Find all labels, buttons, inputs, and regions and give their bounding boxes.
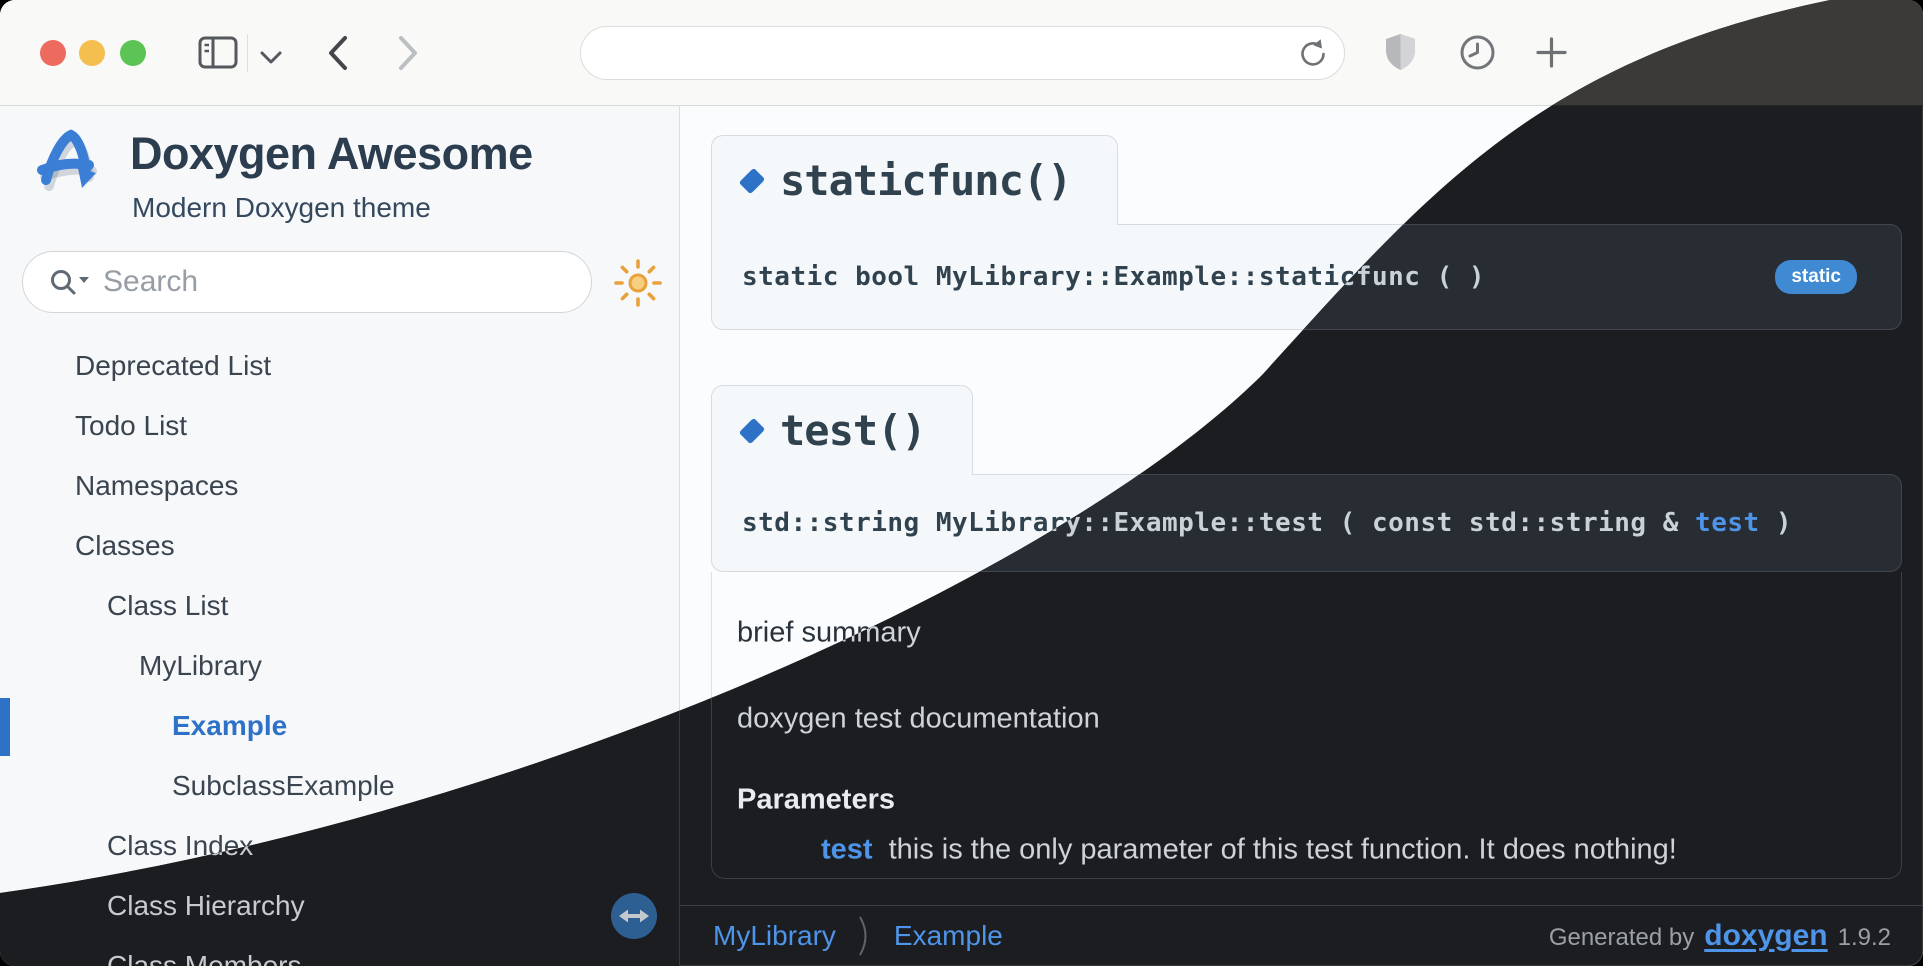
parameter-row: test this is the only parameter of this … — [737, 834, 1677, 867]
generated-by: Generated by doxygen 1.9.2 — [1549, 919, 1891, 953]
back-icon[interactable] — [327, 35, 348, 71]
traffic-light-zoom[interactable] — [120, 40, 146, 66]
doxygen-link[interactable]: doxygen — [1704, 919, 1827, 953]
parameter-description: this is the only parameter of this test … — [889, 834, 1677, 867]
search-box[interactable] — [22, 251, 592, 313]
sidebar-item-deprecated-list[interactable]: Deprecated List — [0, 336, 679, 396]
search-input[interactable] — [103, 252, 571, 312]
sidebar-item-example[interactable]: Example — [0, 696, 679, 756]
sidebar-item-class-members[interactable]: Class Members — [0, 936, 679, 966]
diamond-bullet-icon — [739, 167, 765, 193]
sidebar-item-todo-list[interactable]: Todo List — [0, 396, 679, 456]
doxygen-version: 1.9.2 — [1838, 924, 1891, 952]
sidebar-item-class-list[interactable]: Class List — [0, 576, 679, 636]
member-title-test: test() — [711, 385, 973, 475]
traffic-light-minimize[interactable] — [79, 40, 105, 66]
sidebar-toggle-icon[interactable] — [198, 36, 238, 69]
address-bar[interactable] — [580, 26, 1345, 80]
project-subtitle: Modern Doxygen theme — [132, 192, 431, 224]
detailed-description: doxygen test documentation — [737, 703, 1100, 736]
page-footer: MyLibrary Example Generated by doxygen 1… — [680, 905, 1923, 966]
sidebar-item-classes[interactable]: Classes — [0, 516, 679, 576]
left-right-arrows-icon — [619, 908, 649, 924]
reload-icon[interactable] — [1298, 38, 1328, 70]
address-input[interactable] — [605, 27, 1284, 79]
sidebar-item-mylibrary[interactable]: MyLibrary — [0, 636, 679, 696]
breadcrumb: MyLibrary Example — [713, 915, 1003, 957]
magnifier-dropdown-icon — [49, 268, 93, 298]
signature-param: test — [1695, 508, 1760, 538]
project-title: Doxygen Awesome — [130, 128, 533, 180]
tab-overview-chevron-icon[interactable] — [260, 51, 282, 64]
sidebar-item-namespaces[interactable]: Namespaces — [0, 456, 679, 516]
generated-by-label: Generated by — [1549, 924, 1694, 952]
sidebar-item-class-hierarchy[interactable]: Class Hierarchy — [0, 876, 679, 936]
doxygen-awesome-logo-icon — [34, 126, 106, 202]
sun-icon[interactable] — [613, 258, 663, 308]
static-badge: static — [1775, 260, 1857, 294]
member-name: test() — [780, 406, 926, 455]
member-title-staticfunc: staticfunc() — [711, 135, 1118, 225]
toolbar-divider — [247, 34, 248, 72]
breadcrumb-separator-icon — [858, 915, 872, 957]
forward-icon[interactable] — [398, 35, 419, 71]
parameters-heading: Parameters — [737, 784, 895, 817]
breadcrumb-mylibrary[interactable]: MyLibrary — [713, 920, 836, 952]
privacy-shield-icon[interactable] — [1385, 33, 1416, 71]
member-name: staticfunc() — [780, 156, 1071, 205]
history-clock-icon[interactable] — [1460, 35, 1495, 70]
selected-item-indicator — [0, 698, 10, 756]
sidebar-resize-button[interactable] — [611, 893, 657, 939]
traffic-light-close[interactable] — [40, 40, 66, 66]
promo-stage: Doxygen Awesome Modern Doxygen theme — [0, 0, 1923, 966]
breadcrumb-example[interactable]: Example — [894, 920, 1003, 952]
diamond-bullet-icon — [739, 417, 765, 443]
parameter-name: test — [821, 834, 873, 867]
new-tab-plus-icon[interactable] — [1536, 37, 1567, 68]
